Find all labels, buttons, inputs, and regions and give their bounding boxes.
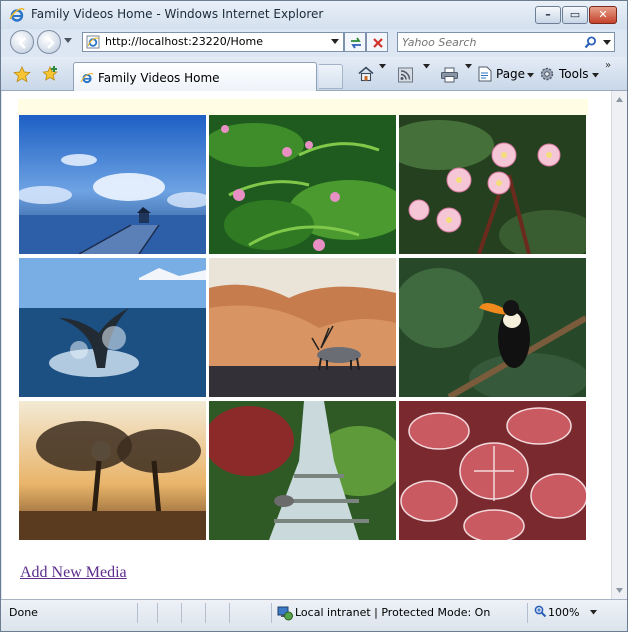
print-icon[interactable] [441,66,458,84]
page-menu-label: Page [496,67,526,81]
local-intranet-globe-icon [277,606,293,621]
search-box[interactable] [397,32,615,52]
media-gallery [19,115,589,545]
stop-icon [373,38,383,48]
thumbnail-toucan-on-branch[interactable] [399,258,586,397]
minimize-button[interactable]: – [535,6,561,24]
favorites-star-icon[interactable] [13,66,31,83]
forward-arrow-icon [47,37,55,49]
thumbnail-pier-at-sunset[interactable] [19,115,206,254]
page-viewport: Add New Media [2,91,611,599]
thumbnail-trees-at-sunrise[interactable] [19,401,206,540]
page-icon [478,66,492,82]
feeds-dropdown-icon[interactable] [423,64,430,69]
status-divider [157,603,158,623]
status-divider [181,603,182,623]
status-divider [271,603,272,623]
window-title: Family Videos Home - Windows Internet Ex… [31,7,324,21]
page-menu-button[interactable]: Page [478,66,536,84]
add-new-media-link[interactable]: Add New Media [20,564,127,582]
tab-family-videos-home[interactable]: Family Videos Home [73,62,317,91]
thumbnail-oryx-in-desert[interactable] [209,258,396,397]
stop-button[interactable] [366,32,388,52]
address-bar[interactable]: http://localhost:23220/Home [82,32,344,52]
ie-page-icon [86,35,100,49]
thumbnail-whale-tail[interactable] [19,258,206,397]
maximize-icon: ▭ [569,8,581,21]
recent-pages-dropdown[interactable] [64,38,72,44]
add-favorites-icon[interactable] [41,65,61,83]
ie-page-icon [80,72,94,84]
search-icon[interactable] [584,36,597,49]
close-icon: ✕ [598,8,608,21]
status-divider [229,603,230,623]
status-divider [137,603,138,623]
more-commands-chevron-icon[interactable]: » [605,60,611,71]
scroll-down-icon[interactable] [616,588,623,593]
zoom-magnifier-icon[interactable] [534,605,547,618]
address-dropdown-icon[interactable] [331,39,339,45]
forward-button[interactable] [37,30,61,54]
security-zone-text[interactable]: Local intranet | Protected Mode: On [295,606,490,619]
command-bar: Family Videos Home Page Tools » [1,57,627,91]
print-dropdown-icon[interactable] [465,64,472,69]
search-provider-dropdown-icon[interactable] [603,40,611,46]
status-divider [205,603,206,623]
internet-explorer-icon [9,7,25,22]
status-divider [527,603,528,623]
zoom-dropdown-icon[interactable] [590,610,597,615]
status-text: Done [9,606,38,619]
close-button[interactable]: ✕ [589,6,617,24]
back-arrow-icon [18,37,26,49]
search-input[interactable] [402,35,577,49]
back-button[interactable] [10,30,34,54]
tab-label: Family Videos Home [98,71,220,85]
refresh-button[interactable] [344,32,366,52]
thumbnail-pink-flowers-and-ferns[interactable] [209,115,396,254]
title-bar: Family Videos Home - Windows Internet Ex… [1,1,627,29]
tools-menu-label: Tools [559,67,589,81]
page-dropdown-icon [527,73,534,78]
maximize-button[interactable]: ▭ [562,6,588,24]
tools-dropdown-icon [592,73,599,78]
status-bar: Done Local intranet | Protected Mode: On… [1,599,627,631]
thumbnail-frosted-red-leaves[interactable] [399,401,586,540]
home-icon[interactable] [357,65,375,83]
thumbnail-pink-frangipani-flowers[interactable] [399,115,586,254]
navigation-bar: http://localhost:23220/Home [1,29,627,57]
page-header-banner [18,99,588,115]
zoom-level[interactable]: 100% [548,606,579,619]
thumbnail-garden-waterfall[interactable] [209,401,396,540]
address-url: http://localhost:23220/Home [105,35,263,48]
tools-menu-button[interactable]: Tools [539,66,601,84]
new-tab-button[interactable] [319,64,343,89]
scroll-up-icon[interactable] [616,97,623,102]
home-dropdown-icon[interactable] [379,64,386,69]
gear-icon [540,67,554,81]
feeds-icon[interactable] [398,66,413,84]
minimize-icon: – [545,8,551,21]
browser-window: Family Videos Home - Windows Internet Ex… [0,0,628,632]
refresh-icon [351,37,361,49]
vertical-scrollbar[interactable] [611,91,627,599]
